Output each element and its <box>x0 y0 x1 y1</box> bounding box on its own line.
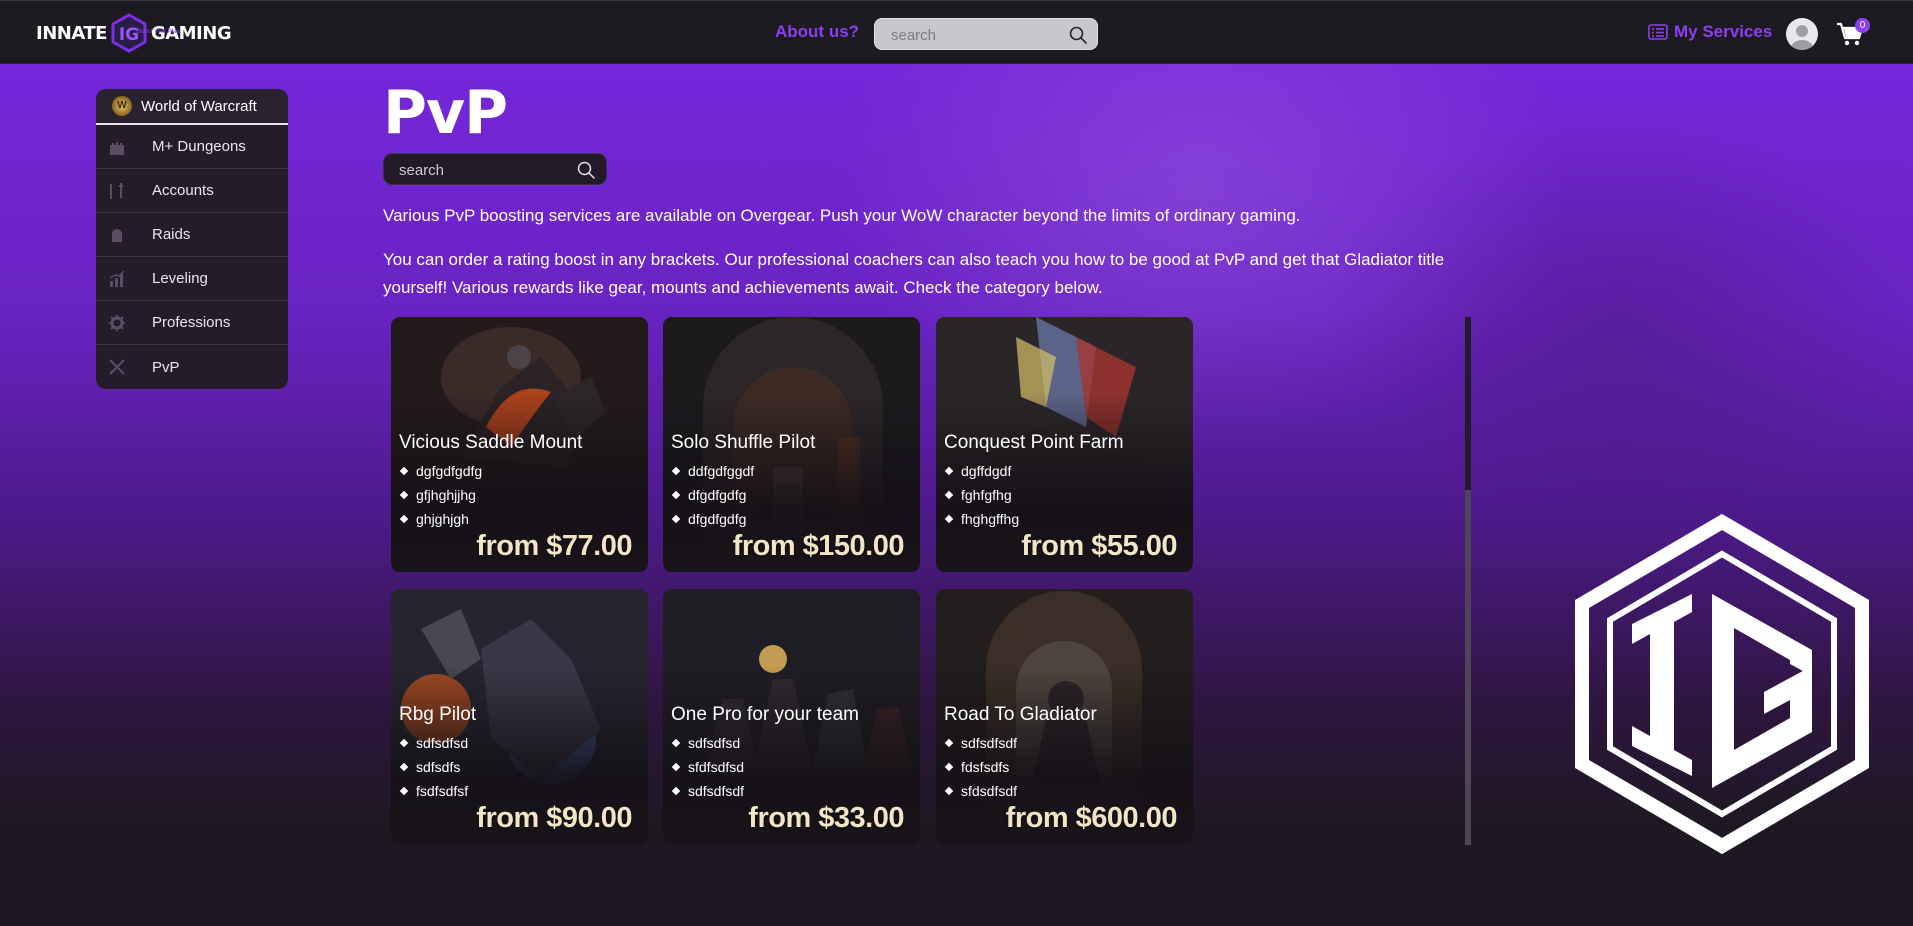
user-avatar[interactable] <box>1786 18 1818 50</box>
sidebar-item-label: Raids <box>152 226 191 243</box>
description-intro: Various PvP boosting services are availa… <box>383 206 1301 225</box>
card-feature: ghjghjgh <box>399 507 482 531</box>
svg-text:IG: IG <box>119 25 139 45</box>
card-feature: dfgdfgdfg <box>671 483 754 507</box>
card-feature: gfjhghjjhg <box>399 483 482 507</box>
card-price: from $33.00 <box>748 802 904 834</box>
card-title: Conquest Point Farm <box>944 432 1124 453</box>
card-feature: sdfsdfsdf <box>944 731 1017 755</box>
service-card[interactable]: Conquest Point Farm dgffdgdf fghfgfhg fh… <box>936 317 1193 572</box>
header-search-input[interactable] <box>891 25 1061 45</box>
site-logo[interactable]: INNATE IG GAMING <box>36 13 232 53</box>
search-icon[interactable] <box>576 160 596 180</box>
description-details: You can order a rating boost in any brac… <box>383 250 1445 297</box>
card-feature: sdfsdfsd <box>399 731 468 755</box>
card-feature: dgffdgdf <box>944 459 1019 483</box>
card-features: dgffdgdf fghfgfhg fhghgffhg <box>944 459 1019 531</box>
card-title: Road To Gladiator <box>944 704 1097 725</box>
card-feature: fsdfsdfsf <box>399 779 468 803</box>
page-title: PvP <box>383 78 508 148</box>
card-features: dgfgdfgdfg gfjhghjjhg ghjghjgh <box>399 459 482 531</box>
card-features: sdfsdfsdf fdsfsdfs sfdsdfsdf <box>944 731 1017 803</box>
sidebar-item-label: M+ Dungeons <box>152 138 246 155</box>
service-card[interactable]: Road To Gladiator sdfsdfsdf fdsfsdfs sfd… <box>936 589 1193 844</box>
service-card[interactable]: One Pro for your team sdfsdfsd sfdfsdfsd… <box>663 589 920 844</box>
logo-text-left: INNATE <box>36 22 107 44</box>
card-feature: fghfgfhg <box>944 483 1019 507</box>
sidebar-item-raids[interactable]: Raids <box>96 213 288 257</box>
card-price: from $77.00 <box>476 530 632 562</box>
top-navbar: INNATE IG GAMING Boost Your Play About u… <box>0 0 1913 64</box>
sidebar-item-label: Accounts <box>152 182 214 199</box>
sidebar-item-label: Professions <box>152 314 231 331</box>
card-title: Rbg Pilot <box>399 704 477 725</box>
sidebar-item-accounts[interactable]: Accounts <box>96 169 288 213</box>
card-feature: dfgdfgdfg <box>671 507 754 531</box>
card-feature: fhghgffhg <box>944 507 1019 531</box>
sidebar-item-leveling[interactable]: Leveling <box>96 257 288 301</box>
card-price: from $150.00 <box>732 530 905 562</box>
wow-logo-icon: W <box>112 96 132 116</box>
my-services-link[interactable]: My Services <box>1648 22 1772 42</box>
sidebar-item-pvp[interactable]: PvP <box>96 345 288 389</box>
card-feature: sdfsdfsd <box>671 731 744 755</box>
service-card[interactable]: Rbg Pilot sdfsdfsd sdfsdfs fsdfsdfsf fro… <box>391 589 648 844</box>
card-title: Vicious Saddle Mount <box>399 432 583 453</box>
ig-watermark-logo <box>1575 514 1869 854</box>
user-icon <box>1791 25 1813 50</box>
sidebar-item-label: Leveling <box>152 270 208 287</box>
card-title: One Pro for your team <box>671 704 859 725</box>
sidebar-item-label: PvP <box>152 358 180 376</box>
sidebar-game-header[interactable]: W World of Warcraft <box>96 89 288 125</box>
chart-icon <box>109 270 125 287</box>
service-card-grid: Vicious Saddle Mount dgfgdfgdfg gfjhghjj… <box>391 317 1193 844</box>
card-title: Solo Shuffle Pilot <box>671 432 816 453</box>
logo-tagline: Boost Your Play <box>137 29 180 35</box>
card-price: from $90.00 <box>476 802 632 834</box>
service-card[interactable]: Solo Shuffle Pilot ddfgdfggdf dfgdfgdfg … <box>663 317 920 572</box>
category-search-input[interactable] <box>399 160 569 180</box>
search-icon[interactable] <box>1068 25 1088 45</box>
card-price: from $600.00 <box>1005 802 1178 834</box>
cards-scrollbar-thumb[interactable] <box>1465 317 1471 490</box>
card-features: ddfgdfggdf dfgdfgdfg dfgdfgdfg <box>671 459 754 531</box>
sidebar-item-professions[interactable]: Professions <box>96 301 288 345</box>
gear-icon <box>109 315 125 331</box>
card-feature: sdfsdfsdf <box>671 779 744 803</box>
helmet-icon <box>112 229 122 242</box>
cart-count-badge: 0 <box>1855 18 1870 33</box>
card-price: from $55.00 <box>1021 530 1177 562</box>
card-feature: ddfgdfggdf <box>671 459 754 483</box>
sidebar-item-m-dungeons[interactable]: M+ Dungeons <box>96 125 288 169</box>
castle-icon <box>110 142 124 155</box>
card-feature: sfdfsdfsd <box>671 755 744 779</box>
header-search <box>874 18 1098 50</box>
card-features: sdfsdfsd sdfsdfs fsdfsdfsf <box>399 731 468 803</box>
card-feature: dgfgdfgdfg <box>399 459 482 483</box>
category-search <box>383 153 607 185</box>
my-services-label: My Services <box>1674 22 1773 41</box>
services-list-icon <box>1648 24 1668 40</box>
about-us-link[interactable]: About us? <box>775 22 859 42</box>
sidebar-game-title: World of Warcraft <box>141 97 257 115</box>
card-feature: sfdsdfsdf <box>944 779 1017 803</box>
crossed-swords-icon <box>109 359 125 375</box>
card-features: sdfsdfsd sfdfsdfsd sdfsdfsdf <box>671 731 744 803</box>
card-feature: fdsfsdfs <box>944 755 1017 779</box>
swords-icon <box>110 183 123 199</box>
service-card[interactable]: Vicious Saddle Mount dgfgdfgdfg gfjhghjj… <box>391 317 648 572</box>
card-feature: sdfsdfs <box>399 755 468 779</box>
category-sidebar: W World of Warcraft M+ Dungeons Accounts… <box>96 89 288 389</box>
